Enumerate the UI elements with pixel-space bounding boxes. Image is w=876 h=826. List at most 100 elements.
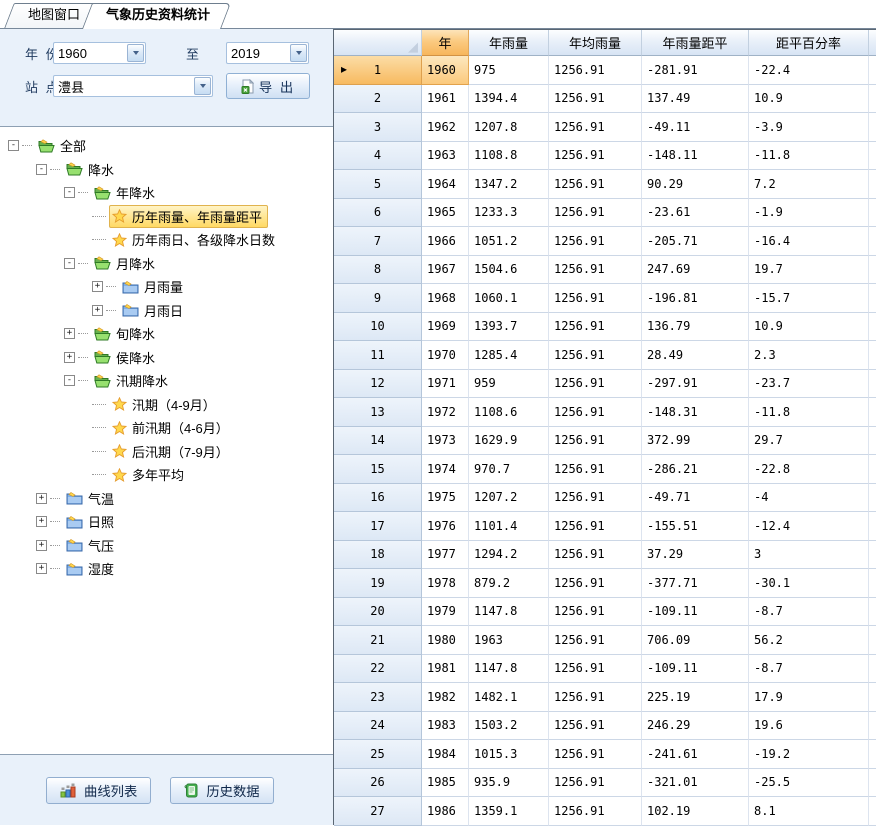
grid-cell[interactable]: 1256.91 bbox=[549, 541, 642, 570]
grid-cell[interactable]: 1147.8 bbox=[469, 598, 549, 627]
grid-cell[interactable]: -23.7 bbox=[749, 370, 869, 399]
grid-row-9[interactable]: 919681060.11256.91-196.81-15.7 bbox=[334, 284, 876, 313]
grid-cell[interactable]: 1980 bbox=[422, 626, 469, 655]
export-button[interactable]: 导 出 bbox=[226, 73, 310, 99]
expand-toggle-icon[interactable]: + bbox=[36, 563, 47, 574]
grid-cell[interactable]: 1256.91 bbox=[549, 626, 642, 655]
grid-row-22[interactable]: 2219811147.81256.91-109.11-8.7 bbox=[334, 655, 876, 684]
column-header-2[interactable]: 年均雨量 bbox=[549, 30, 642, 56]
row-header[interactable]: 23 bbox=[334, 683, 422, 712]
grid-cell[interactable]: 1256.91 bbox=[549, 740, 642, 769]
tree-node-label[interactable]: 气压 bbox=[63, 534, 120, 557]
grid-cell[interactable]: 1963 bbox=[469, 626, 549, 655]
tree-item-13[interactable]: 后汛期（7-9月） bbox=[0, 440, 333, 464]
row-header[interactable]: 14 bbox=[334, 427, 422, 456]
history-data-button[interactable]: 历史数据 bbox=[170, 777, 273, 804]
grid-cell[interactable]: 1974 bbox=[422, 455, 469, 484]
grid-cell[interactable]: 1482.1 bbox=[469, 683, 549, 712]
row-header[interactable]: 10 bbox=[334, 313, 422, 342]
expand-toggle-icon[interactable]: + bbox=[64, 352, 75, 363]
tree-item-5[interactable]: -月降水 bbox=[0, 252, 333, 276]
grid-cell[interactable]: 19.6 bbox=[749, 712, 869, 741]
grid-cell[interactable]: -22.8 bbox=[749, 455, 869, 484]
grid-cell[interactable]: 29.7 bbox=[749, 427, 869, 456]
grid-row-11[interactable]: 1119701285.41256.9128.492.3 bbox=[334, 341, 876, 370]
row-header[interactable]: 17 bbox=[334, 512, 422, 541]
grid-cell[interactable]: 1503.2 bbox=[469, 712, 549, 741]
tree-item-11[interactable]: 汛期（4-9月） bbox=[0, 393, 333, 417]
grid-cell[interactable]: 1256.91 bbox=[549, 370, 642, 399]
grid-cell[interactable]: 1256.91 bbox=[549, 398, 642, 427]
grid-row-2[interactable]: 219611394.41256.91137.4910.9 bbox=[334, 85, 876, 114]
collapse-toggle-icon[interactable]: - bbox=[64, 375, 75, 386]
grid-cell[interactable]: -205.71 bbox=[642, 227, 749, 256]
grid-cell[interactable]: 1015.3 bbox=[469, 740, 549, 769]
grid-cell[interactable]: 246.29 bbox=[642, 712, 749, 741]
grid-cell[interactable]: 1256.91 bbox=[549, 769, 642, 798]
grid-cell[interactable]: -49.11 bbox=[642, 113, 749, 142]
grid-cell[interactable]: 1256.91 bbox=[549, 170, 642, 199]
grid-cell[interactable]: 1965 bbox=[422, 199, 469, 228]
grid-cell[interactable]: -12.4 bbox=[749, 512, 869, 541]
grid-row-21[interactable]: 21198019631256.91706.0956.2 bbox=[334, 626, 876, 655]
grid-cell[interactable]: -148.31 bbox=[642, 398, 749, 427]
collapse-toggle-icon[interactable]: - bbox=[8, 140, 19, 151]
row-header[interactable]: 5 bbox=[334, 170, 422, 199]
grid-cell[interactable]: 137.49 bbox=[642, 85, 749, 114]
grid-cell[interactable]: 1968 bbox=[422, 284, 469, 313]
expand-toggle-icon[interactable]: + bbox=[64, 328, 75, 339]
collapse-toggle-icon[interactable]: - bbox=[36, 164, 47, 175]
grid-cell[interactable]: 1962 bbox=[422, 113, 469, 142]
grid-cell[interactable]: 1051.2 bbox=[469, 227, 549, 256]
row-header[interactable]: 6 bbox=[334, 199, 422, 228]
grid-cell[interactable]: 1256.91 bbox=[549, 655, 642, 684]
grid-cell[interactable]: 1964 bbox=[422, 170, 469, 199]
grid-cell[interactable]: -148.11 bbox=[642, 142, 749, 171]
grid-row-3[interactable]: 319621207.81256.91-49.11-3.9 bbox=[334, 113, 876, 142]
grid-cell[interactable]: 1359.1 bbox=[469, 797, 549, 826]
grid-cell[interactable]: 10.9 bbox=[749, 85, 869, 114]
column-header-4[interactable]: 距平百分率 bbox=[749, 30, 869, 56]
row-header[interactable]: 18 bbox=[334, 541, 422, 570]
grid-cell[interactable]: 225.19 bbox=[642, 683, 749, 712]
grid-cell[interactable]: -16.4 bbox=[749, 227, 869, 256]
grid-cell[interactable]: 102.19 bbox=[642, 797, 749, 826]
tree-item-8[interactable]: + 旬降水 bbox=[0, 322, 333, 346]
grid-row-27[interactable]: 2719861359.11256.91102.198.1 bbox=[334, 797, 876, 826]
grid-cell[interactable]: 1970 bbox=[422, 341, 469, 370]
grid-cell[interactable]: -281.91 bbox=[642, 56, 749, 85]
grid-row-14[interactable]: 1419731629.91256.91372.9929.7 bbox=[334, 427, 876, 456]
grid-cell[interactable]: -49.71 bbox=[642, 484, 749, 513]
chevron-down-icon[interactable] bbox=[194, 77, 211, 95]
grid-cell[interactable]: 1256.91 bbox=[549, 113, 642, 142]
grid-row-24[interactable]: 2419831503.21256.91246.2919.6 bbox=[334, 712, 876, 741]
tree-node-label[interactable]: 湿度 bbox=[63, 557, 120, 580]
tree-node-label[interactable]: 旬降水 bbox=[91, 322, 161, 345]
tree-node-label[interactable]: 多年平均 bbox=[109, 463, 190, 486]
grid-row-20[interactable]: 2019791147.81256.91-109.11-8.7 bbox=[334, 598, 876, 627]
grid-cell[interactable]: 1207.2 bbox=[469, 484, 549, 513]
tree-item-0[interactable]: -全部 bbox=[0, 134, 333, 158]
grid-cell[interactable]: -15.7 bbox=[749, 284, 869, 313]
chevron-down-icon[interactable] bbox=[127, 44, 144, 62]
grid-cell[interactable]: -11.8 bbox=[749, 142, 869, 171]
grid-cell[interactable]: 1256.91 bbox=[549, 341, 642, 370]
expand-toggle-icon[interactable]: + bbox=[36, 493, 47, 504]
grid-cell[interactable]: -30.1 bbox=[749, 569, 869, 598]
grid-cell[interactable]: 1394.4 bbox=[469, 85, 549, 114]
grid-cell[interactable]: 1101.4 bbox=[469, 512, 549, 541]
grid-row-16[interactable]: 1619751207.21256.91-49.71-4 bbox=[334, 484, 876, 513]
row-header[interactable]: 21 bbox=[334, 626, 422, 655]
tree-node-label[interactable]: 日照 bbox=[63, 510, 120, 533]
tree-node-label[interactable]: 侯降水 bbox=[91, 346, 161, 369]
row-header[interactable]: 20 bbox=[334, 598, 422, 627]
tree-node-label[interactable]: 月雨日 bbox=[119, 299, 189, 322]
grid-cell[interactable]: 37.29 bbox=[642, 541, 749, 570]
row-header[interactable]: 12 bbox=[334, 370, 422, 399]
grid-cell[interactable]: 1981 bbox=[422, 655, 469, 684]
grid-cell[interactable]: -1.9 bbox=[749, 199, 869, 228]
tree-item-17[interactable]: +气压 bbox=[0, 534, 333, 558]
grid-cell[interactable]: 1256.91 bbox=[549, 199, 642, 228]
grid-cell[interactable]: -155.51 bbox=[642, 512, 749, 541]
grid-cell[interactable]: 136.79 bbox=[642, 313, 749, 342]
